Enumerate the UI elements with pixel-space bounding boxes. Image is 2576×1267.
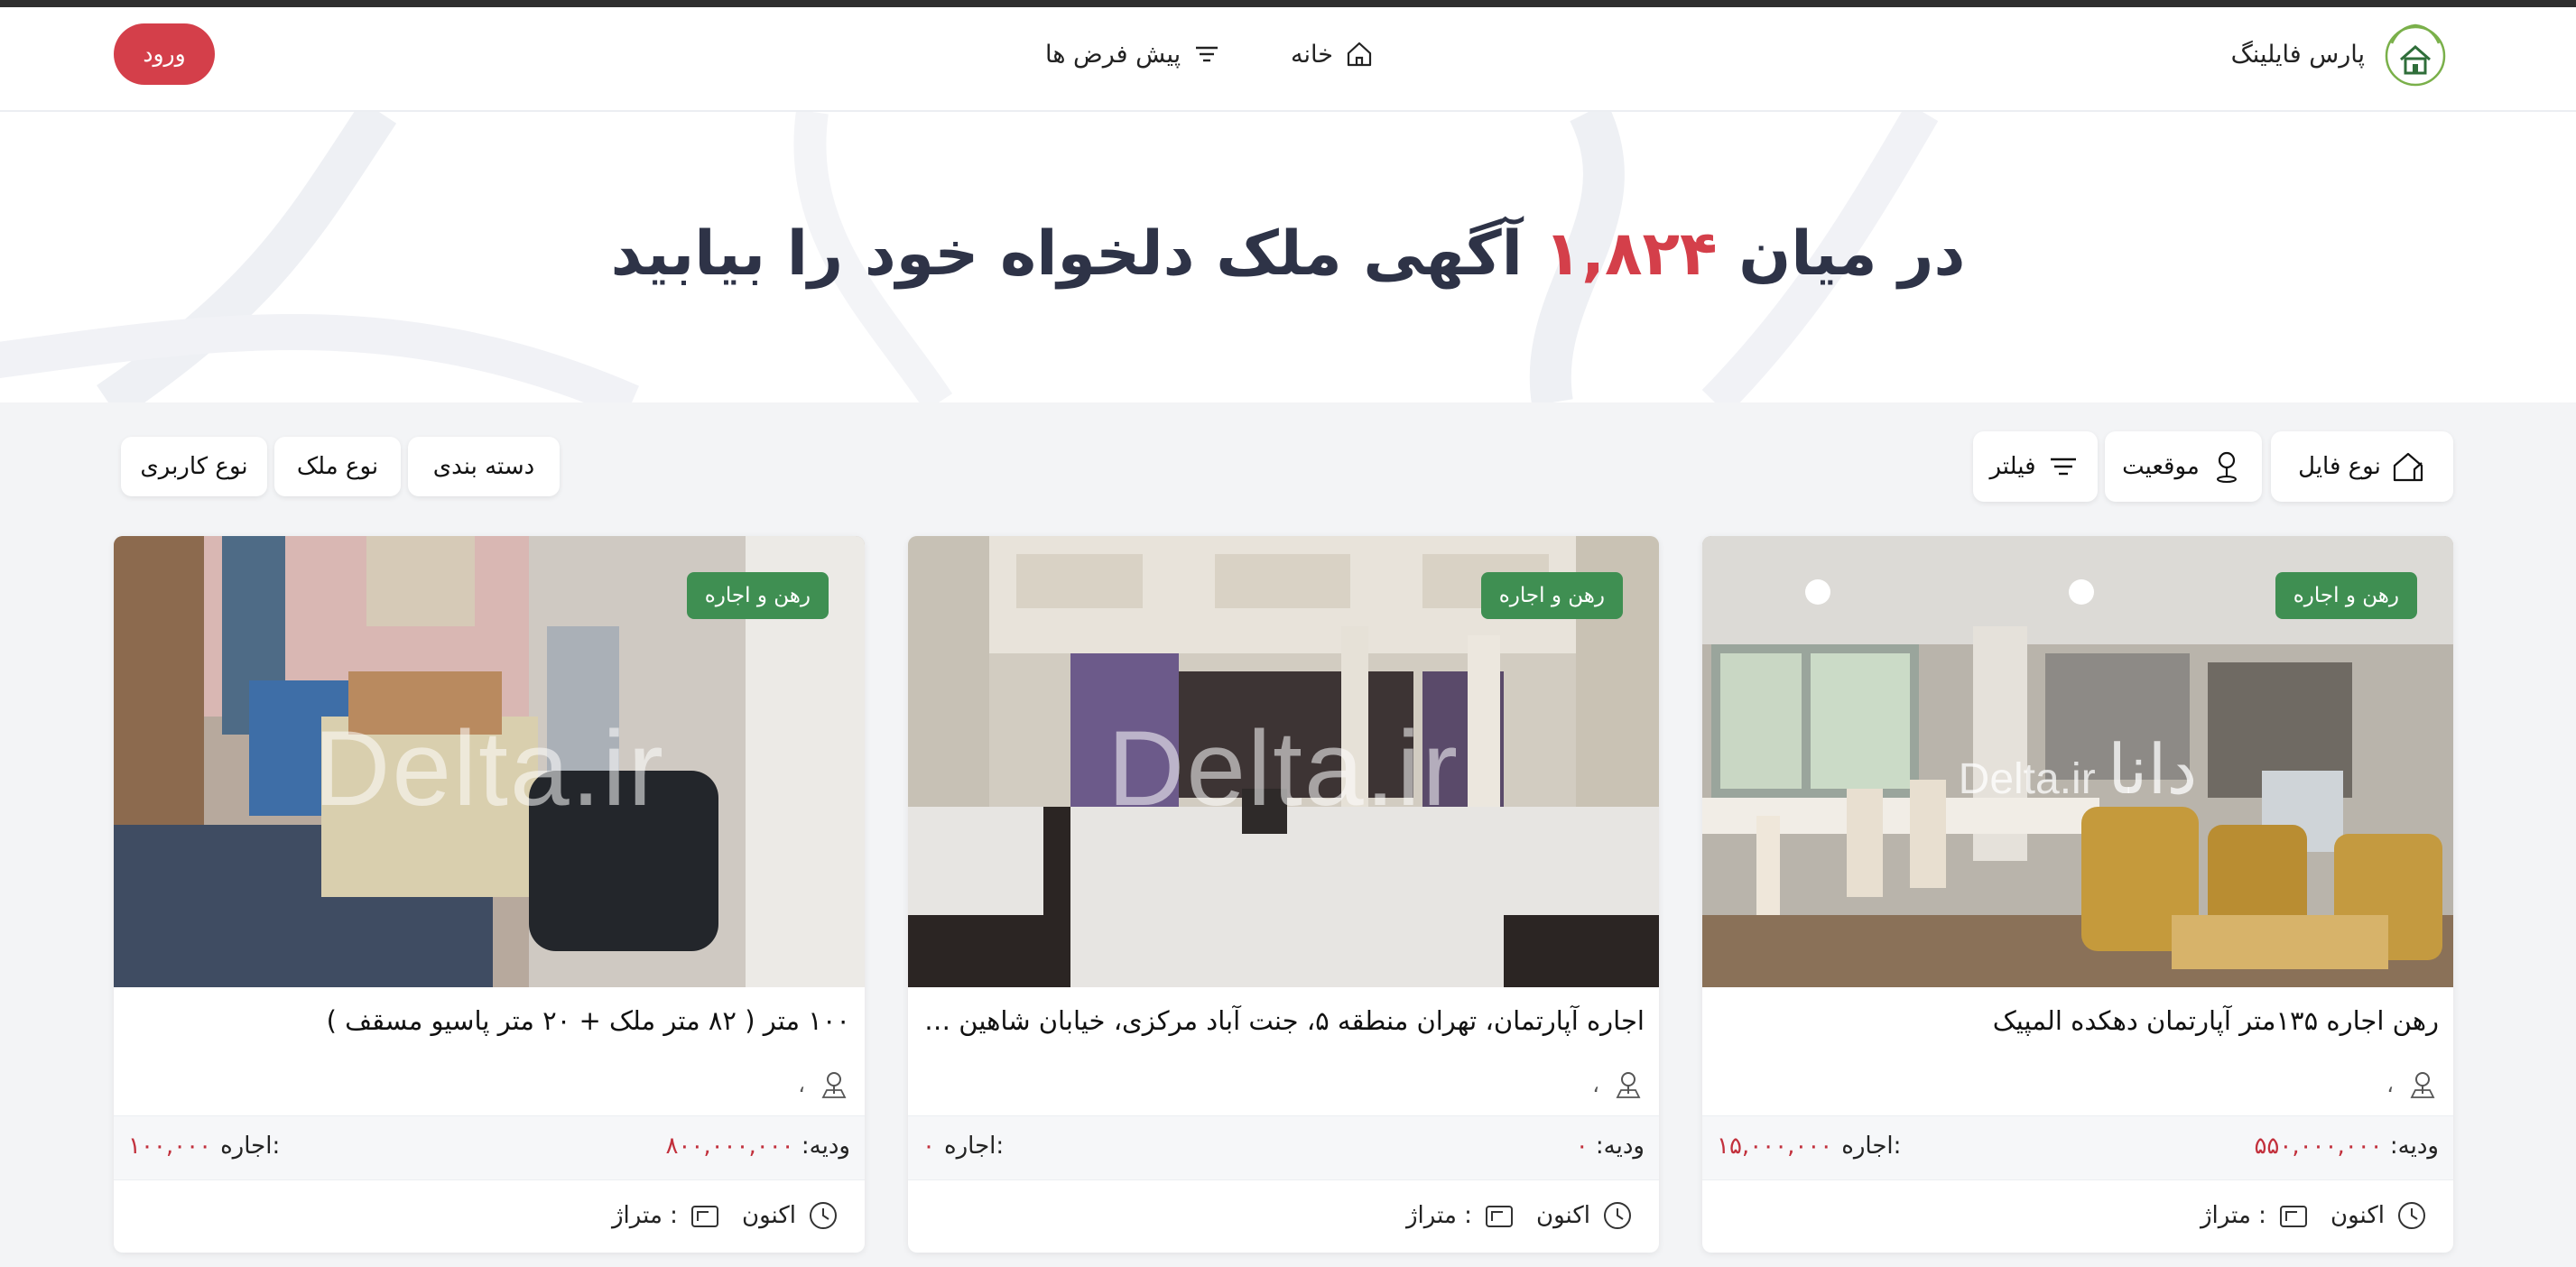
deposit-price: ودیه: ۵۵۰,۰۰۰,۰۰۰ [2254, 1133, 2439, 1160]
posted-time: اکنون [742, 1197, 839, 1235]
rent-price: اجاره: ۱۵,۰۰۰,۰۰۰ [1717, 1133, 1902, 1160]
rent-price: اجاره: ۱۰۰,۰۰۰ [128, 1133, 281, 1160]
filter-button[interactable]: فیلتر [1973, 431, 2098, 502]
filter-lines-icon [1196, 46, 1219, 62]
photo-watermark: Delta.ir [1107, 709, 1459, 828]
file-type-label: نوع فایل [2298, 453, 2381, 480]
clock-icon [1603, 1202, 1631, 1229]
hero-banner: در میان ۱,۸۲۴ آگهی ملک دلخواه خود را بیا… [0, 112, 2576, 402]
home-icon [1347, 42, 1372, 67]
area-size: متراژ : [1406, 1197, 1515, 1235]
area-icon [1485, 1206, 1513, 1227]
listing-meta: اکنون متراژ : [1702, 1191, 2453, 1242]
listing-meta: اکنون متراژ : [908, 1191, 1659, 1242]
location-filter-button[interactable]: موقعیت [2105, 431, 2262, 502]
listing-title[interactable]: ۱۰۰ متر ( ۸۲ متر ملک + ۲۰ متر پاسیو مسقف… [128, 1005, 850, 1036]
listing-type-badge: رهن و اجاره [1480, 572, 1623, 619]
rent-price: اجاره: ۰ [922, 1133, 1005, 1160]
location-text: ، [1592, 1072, 1599, 1097]
area-size: متراژ : [612, 1197, 721, 1235]
deposit-price: ودیه: ۸۰۰,۰۰۰,۰۰۰ [665, 1133, 850, 1160]
brand[interactable]: پارس فایلینگ [2231, 20, 2450, 88]
location-text: ، [798, 1072, 805, 1097]
category-button[interactable]: دسته بندی [408, 437, 560, 496]
window-top-strip [0, 0, 2576, 7]
posted-time: اکنون [2330, 1197, 2428, 1235]
house-logo-icon [2385, 23, 2446, 87]
nav-presets[interactable]: پیش فرض ها [1045, 34, 1222, 74]
nav-home-label: خانه [1291, 40, 1333, 69]
listing-location: ، [798, 1067, 850, 1103]
area-icon [690, 1206, 718, 1227]
listing-title[interactable]: رهن اجاره ۱۳۵متر آپارتمان دهکده المپیک [1717, 1005, 2439, 1036]
hero-prefix: در میان [1738, 218, 1966, 290]
location-pin-icon [2410, 1072, 2435, 1098]
filter-lines-icon [2050, 458, 2076, 476]
filter-label: فیلتر [1989, 453, 2036, 480]
usage-type-button[interactable]: نوع کاربری [121, 437, 267, 496]
hero-title: در میان ۱,۸۲۴ آگهی ملک دلخواه خود را بیا… [0, 218, 2576, 290]
brand-name: پارس فایلینگ [2230, 40, 2365, 69]
listing-card[interactable]: Delta.ir دانا رهن و اجاره رهن اجاره ۱۳۵م… [1702, 536, 2453, 1253]
listing-card[interactable]: Delta.ir رهن و اجاره ۱۰۰ متر ( ۸۲ متر مل… [114, 536, 865, 1253]
location-pin-icon [821, 1072, 847, 1098]
listing-location: ، [1592, 1067, 1645, 1103]
site-header: پارس فایلینگ خانه پیش فرض ها ورود [0, 7, 2576, 112]
posted-time: اکنون [1536, 1197, 1634, 1235]
location-label: موقعیت [2122, 453, 2200, 480]
photo-watermark: Delta.ir [313, 709, 665, 828]
price-row: ودیه: ۸۰۰,۰۰۰,۰۰۰ اجاره: ۱۰۰,۰۰۰ [114, 1115, 865, 1180]
nav-presets-label: پیش فرض ها [1045, 40, 1181, 69]
area-icon [2279, 1206, 2307, 1227]
listing-card[interactable]: Delta.ir رهن و اجاره اجاره آپارتمان، تهر… [908, 536, 1659, 1253]
location-pin-icon [2216, 451, 2237, 483]
listing-type-badge: رهن و اجاره [2275, 572, 2417, 619]
price-row: ودیه: ۵۵۰,۰۰۰,۰۰۰ اجاره: ۱۵,۰۰۰,۰۰۰ [1702, 1115, 2453, 1180]
property-type-button[interactable]: نوع ملک [274, 437, 401, 496]
hero-suffix: آگهی ملک دلخواه خود را بیابید [610, 218, 1523, 290]
file-type-filter-button[interactable]: نوع فایل [2271, 431, 2453, 502]
clock-icon [2397, 1202, 2425, 1229]
house-outline-icon [2393, 452, 2423, 482]
listing-title[interactable]: اجاره آپارتمان، تهران منطقه ۵، جنت آباد … [922, 1005, 1645, 1036]
photo-watermark: Delta.ir دانا [1958, 732, 2198, 809]
clock-icon [809, 1202, 837, 1229]
listing-type-badge: رهن و اجاره [686, 572, 829, 619]
location-text: ، [2386, 1072, 2394, 1097]
listing-meta: اکنون متراژ : [114, 1191, 865, 1242]
login-button[interactable]: ورود [114, 23, 215, 85]
price-row: ودیه: ۰ اجاره: ۰ [908, 1115, 1659, 1180]
deposit-price: ودیه: ۰ [1575, 1133, 1645, 1160]
listing-count: ۱,۸۲۴ [1543, 218, 1718, 290]
listing-location: ، [2386, 1067, 2439, 1103]
area-size: متراژ : [2201, 1197, 2310, 1235]
nav-home[interactable]: خانه [1291, 34, 1375, 74]
location-pin-icon [1616, 1072, 1641, 1098]
